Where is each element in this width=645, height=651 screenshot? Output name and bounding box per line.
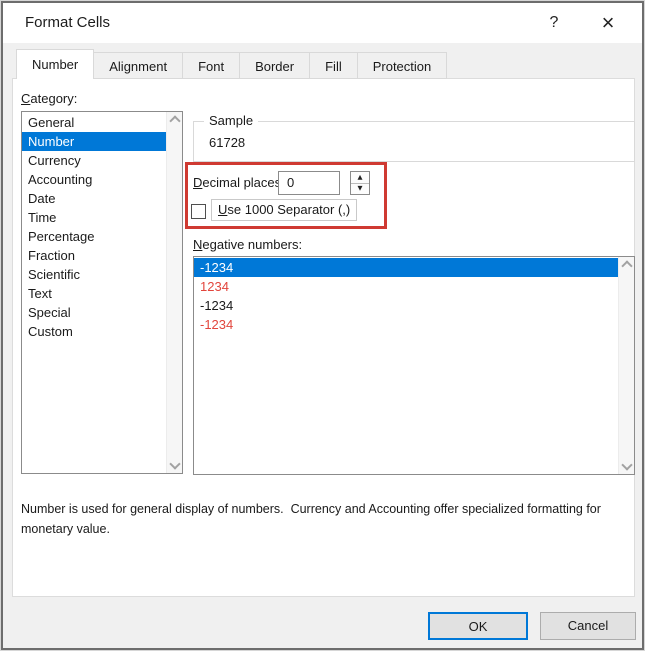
category-description: Number is used for general display of nu… xyxy=(21,500,609,539)
category-label-mnemonic: C xyxy=(21,91,30,106)
negative-numbers-scrollbar[interactable] xyxy=(618,257,634,474)
close-icon[interactable]: × xyxy=(591,3,625,43)
negative-numbers-mnemonic: N xyxy=(193,237,202,252)
category-item-general[interactable]: General xyxy=(22,113,167,132)
sample-value: 61728 xyxy=(209,135,245,150)
negative-numbers-label: Negative numbers: xyxy=(193,237,302,252)
category-item-date[interactable]: Date xyxy=(22,189,167,208)
category-scrollbar[interactable] xyxy=(166,112,182,473)
category-item-special[interactable]: Special xyxy=(22,303,167,322)
negative-format-option[interactable]: -1234 xyxy=(194,315,619,334)
decimal-places-label-rest: ecimal places: xyxy=(202,175,284,190)
category-item-number[interactable]: Number xyxy=(22,132,167,151)
decimal-places-mnemonic: D xyxy=(193,175,202,190)
negative-format-option[interactable]: -1234 xyxy=(194,296,619,315)
category-listbox: General Number Currency Accounting Date … xyxy=(21,111,183,474)
category-item-time[interactable]: Time xyxy=(22,208,167,227)
number-tab-page: Category: General Number Currency Accoun… xyxy=(12,78,635,597)
spin-down-icon[interactable]: ▼ xyxy=(351,183,369,194)
category-item-custom[interactable]: Custom xyxy=(22,322,167,341)
format-cells-dialog: Format Cells ? × Number Alignment Font B… xyxy=(1,1,644,650)
use-1000-separator-label-rest: se 1000 Separator (,) xyxy=(227,202,350,217)
negative-numbers-label-rest: egative numbers: xyxy=(202,237,302,252)
category-label-rest: ategory: xyxy=(30,91,77,106)
cancel-button[interactable]: Cancel xyxy=(540,612,636,640)
tab-number[interactable]: Number xyxy=(16,49,94,79)
scroll-up-icon[interactable] xyxy=(621,260,632,271)
scroll-down-icon[interactable] xyxy=(169,458,180,469)
category-item-fraction[interactable]: Fraction xyxy=(22,246,167,265)
decimal-places-label: Decimal places: xyxy=(193,171,285,195)
negative-numbers-items: -1234 1234 -1234 -1234 xyxy=(194,258,619,334)
help-icon[interactable]: ? xyxy=(537,3,571,43)
tab-border[interactable]: Border xyxy=(239,52,310,79)
tab-strip: Number Alignment Font Border Fill Protec… xyxy=(16,49,447,79)
sample-legend: Sample xyxy=(204,113,258,128)
ok-button[interactable]: OK xyxy=(428,612,528,640)
category-item-text[interactable]: Text xyxy=(22,284,167,303)
sample-groupbox: Sample 61728 xyxy=(193,121,635,162)
category-items: General Number Currency Accounting Date … xyxy=(22,113,167,341)
negative-format-option[interactable]: -1234 xyxy=(194,258,619,277)
negative-format-option[interactable]: 1234 xyxy=(194,277,619,296)
decimal-places-input[interactable]: 0 xyxy=(278,171,340,195)
negative-numbers-listbox: -1234 1234 -1234 -1234 xyxy=(193,256,635,475)
category-item-scientific[interactable]: Scientific xyxy=(22,265,167,284)
title-bar: Format Cells ? × xyxy=(3,3,642,43)
use-1000-separator-mnemonic: U xyxy=(218,202,227,217)
category-label: Category: xyxy=(21,91,77,106)
tab-protection[interactable]: Protection xyxy=(357,52,448,79)
tab-alignment[interactable]: Alignment xyxy=(93,52,183,79)
dialog-title: Format Cells xyxy=(25,3,110,43)
scroll-down-icon[interactable] xyxy=(621,459,632,470)
category-item-percentage[interactable]: Percentage xyxy=(22,227,167,246)
tab-fill[interactable]: Fill xyxy=(309,52,358,79)
category-item-currency[interactable]: Currency xyxy=(22,151,167,170)
use-1000-separator-label[interactable]: Use 1000 Separator (,) xyxy=(211,199,357,221)
decimal-places-stepper: ▲ ▼ xyxy=(350,171,370,195)
tab-font[interactable]: Font xyxy=(182,52,240,79)
use-1000-separator-checkbox[interactable] xyxy=(191,204,206,219)
category-item-accounting[interactable]: Accounting xyxy=(22,170,167,189)
scroll-up-icon[interactable] xyxy=(169,115,180,126)
